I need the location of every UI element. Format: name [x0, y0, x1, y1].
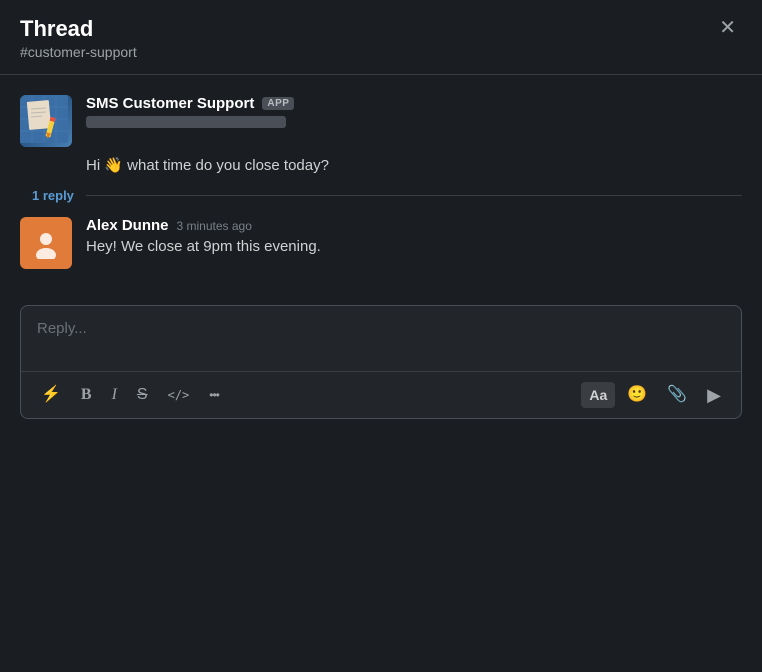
send-icon: ▶ — [707, 386, 721, 404]
font-size-button[interactable]: Aa — [581, 382, 615, 408]
header-left: Thread #customer-support — [20, 16, 137, 60]
emoji-icon: 🙂 — [627, 387, 647, 403]
reply-timestamp: 3 minutes ago — [177, 219, 252, 233]
formatting-toolbar: ⚡ B I S </> ••• Aa 🙂 — [21, 371, 741, 418]
sms-sender-name: SMS Customer Support — [86, 95, 254, 112]
reply-header: Alex Dunne 3 minutes ago — [86, 217, 321, 234]
reply-content: Alex Dunne 3 minutes ago Hey! We close a… — [86, 217, 321, 259]
reply-block: Alex Dunne 3 minutes ago Hey! We close a… — [20, 217, 742, 269]
sms-avatar — [20, 95, 72, 147]
reply-divider — [86, 195, 742, 196]
redacted-info — [86, 116, 286, 128]
emoji-button[interactable]: 🙂 — [619, 381, 655, 409]
user-avatar-icon — [30, 227, 62, 259]
sms-message-header: SMS Customer Support APP — [86, 95, 294, 112]
reply-count-row: 1 reply — [20, 188, 742, 203]
italic-button[interactable]: I — [104, 381, 125, 409]
thread-header: Thread #customer-support ✕ — [0, 0, 762, 75]
sms-message-block: SMS Customer Support APP — [20, 95, 742, 147]
thread-channel: #customer-support — [20, 44, 137, 60]
thread-panel: Thread #customer-support ✕ — [0, 0, 762, 439]
reply-input-box: ⚡ B I S </> ••• Aa 🙂 — [20, 305, 742, 419]
messages-area: SMS Customer Support APP Hi 👋 what time … — [0, 75, 762, 295]
attach-button[interactable]: 📎 — [659, 381, 695, 409]
more-button[interactable]: ••• — [201, 383, 227, 407]
blueprint-icon — [20, 95, 72, 147]
send-button[interactable]: ▶ — [699, 380, 729, 410]
code-icon: </> — [168, 389, 190, 401]
reply-text: Hey! We close at 9pm this evening. — [86, 236, 321, 259]
bold-icon: B — [81, 387, 92, 403]
more-icon: ••• — [209, 389, 219, 401]
thread-title: Thread — [20, 16, 137, 42]
bold-button[interactable]: B — [73, 381, 100, 409]
sms-message-content: SMS Customer Support APP — [86, 95, 294, 138]
user-avatar — [20, 217, 72, 269]
reply-sender-name: Alex Dunne — [86, 217, 169, 234]
code-button[interactable]: </> — [160, 383, 198, 407]
app-badge: APP — [262, 97, 294, 110]
italic-icon: I — [112, 387, 117, 403]
blueprint-svg — [20, 95, 68, 143]
lightning-icon: ⚡ — [41, 387, 61, 403]
strikethrough-icon: S — [137, 387, 148, 403]
reply-count-label[interactable]: 1 reply — [32, 188, 74, 203]
sms-message-text: Hi 👋 what time do you close today? — [86, 155, 742, 178]
lightning-button[interactable]: ⚡ — [33, 381, 69, 409]
font-size-icon: Aa — [589, 388, 607, 402]
reply-textarea[interactable] — [21, 306, 741, 366]
strikethrough-button[interactable]: S — [129, 381, 156, 409]
attach-icon: 📎 — [667, 387, 687, 403]
close-button[interactable]: ✕ — [713, 16, 742, 40]
